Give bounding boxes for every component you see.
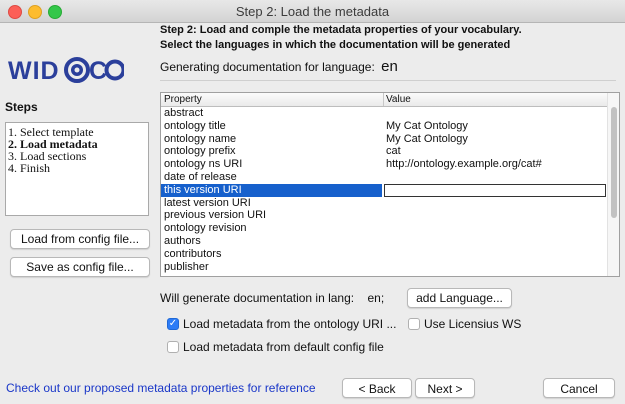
checkmark-icon: ✓ — [168, 318, 178, 329]
table-row[interactable]: ontology title My Cat Ontology — [161, 120, 607, 133]
table-row[interactable]: abstract — [161, 107, 607, 120]
load-from-uri-checkbox[interactable]: ✓ — [167, 318, 179, 330]
column-header-value[interactable]: Value — [386, 94, 411, 105]
metadata-reference-link[interactable]: Check out our proposed metadata properti… — [6, 381, 316, 395]
table-header: Property Value — [161, 93, 607, 107]
separator — [160, 80, 616, 81]
table-row[interactable]: publisher — [161, 261, 607, 274]
table-row[interactable]: authors — [161, 235, 607, 248]
step-subheading: Select the languages in which the docume… — [160, 39, 511, 51]
save-config-button[interactable]: Save as config file... — [10, 257, 150, 277]
use-licensius-label[interactable]: Use Licensius WS — [424, 317, 521, 331]
generating-language-label: Generating documentation for language: — [160, 60, 375, 74]
add-language-button[interactable]: add Language... — [407, 288, 512, 308]
cancel-button[interactable]: Cancel — [543, 378, 615, 398]
table-row[interactable]: contributors — [161, 248, 607, 261]
title-bar: Step 2: Load the metadata — [0, 0, 625, 23]
table-row[interactable]: latest version URI — [161, 197, 607, 210]
table-row[interactable]: date of release — [161, 171, 607, 184]
use-licensius-checkbox[interactable] — [408, 318, 420, 330]
languages-value: en; — [367, 291, 385, 305]
generating-language: Generating documentation for language: e… — [160, 58, 398, 75]
table-row-selected[interactable]: this version URI — [161, 183, 607, 197]
scrollbar-thumb[interactable] — [611, 107, 617, 218]
step-item-finish: 4. Finish — [8, 161, 51, 175]
table-row[interactable]: ontology revision — [161, 222, 607, 235]
table-row[interactable]: ontology prefix cat — [161, 145, 607, 158]
languages-line: Will generate documentation in lang: en; — [160, 291, 384, 305]
logo-text: WID — [8, 57, 60, 85]
next-button[interactable]: Next > — [415, 378, 475, 398]
table-row[interactable]: previous version URI — [161, 209, 607, 222]
svg-text:C: C — [89, 57, 107, 85]
column-header-property[interactable]: Property — [164, 94, 202, 105]
load-default-config-checkbox[interactable] — [167, 341, 179, 353]
widoco-logo: WID C — [6, 52, 126, 88]
steps-list: 1. Select template 2. Load metadata 3. L… — [5, 122, 149, 216]
metadata-table[interactable]: Property Value abstract ontology title My… — [160, 92, 620, 277]
window-title: Step 2: Load the metadata — [235, 4, 390, 19]
table-row[interactable]: ontology name My Cat Ontology — [161, 133, 607, 146]
back-button[interactable]: < Back — [342, 378, 412, 398]
value-edit-field[interactable] — [384, 183, 606, 197]
column-divider[interactable] — [383, 93, 384, 106]
load-from-uri-label[interactable]: Load metadata from the ontology URI ... — [183, 317, 396, 331]
load-config-button[interactable]: Load from config file... — [10, 229, 150, 249]
table-row[interactable]: ontology ns URI http://ontology.example.o… — [161, 158, 607, 171]
logo-cog-icon — [64, 57, 90, 83]
step-heading: Step 2: Load and comple the metadata pro… — [160, 24, 522, 36]
steps-title: Steps — [5, 100, 38, 114]
table-scrollbar[interactable] — [607, 93, 619, 276]
load-default-config-label[interactable]: Load metadata from default config file — [183, 340, 384, 354]
languages-label: Will generate documentation in lang: — [160, 291, 355, 305]
generating-language-value: en — [381, 58, 398, 75]
